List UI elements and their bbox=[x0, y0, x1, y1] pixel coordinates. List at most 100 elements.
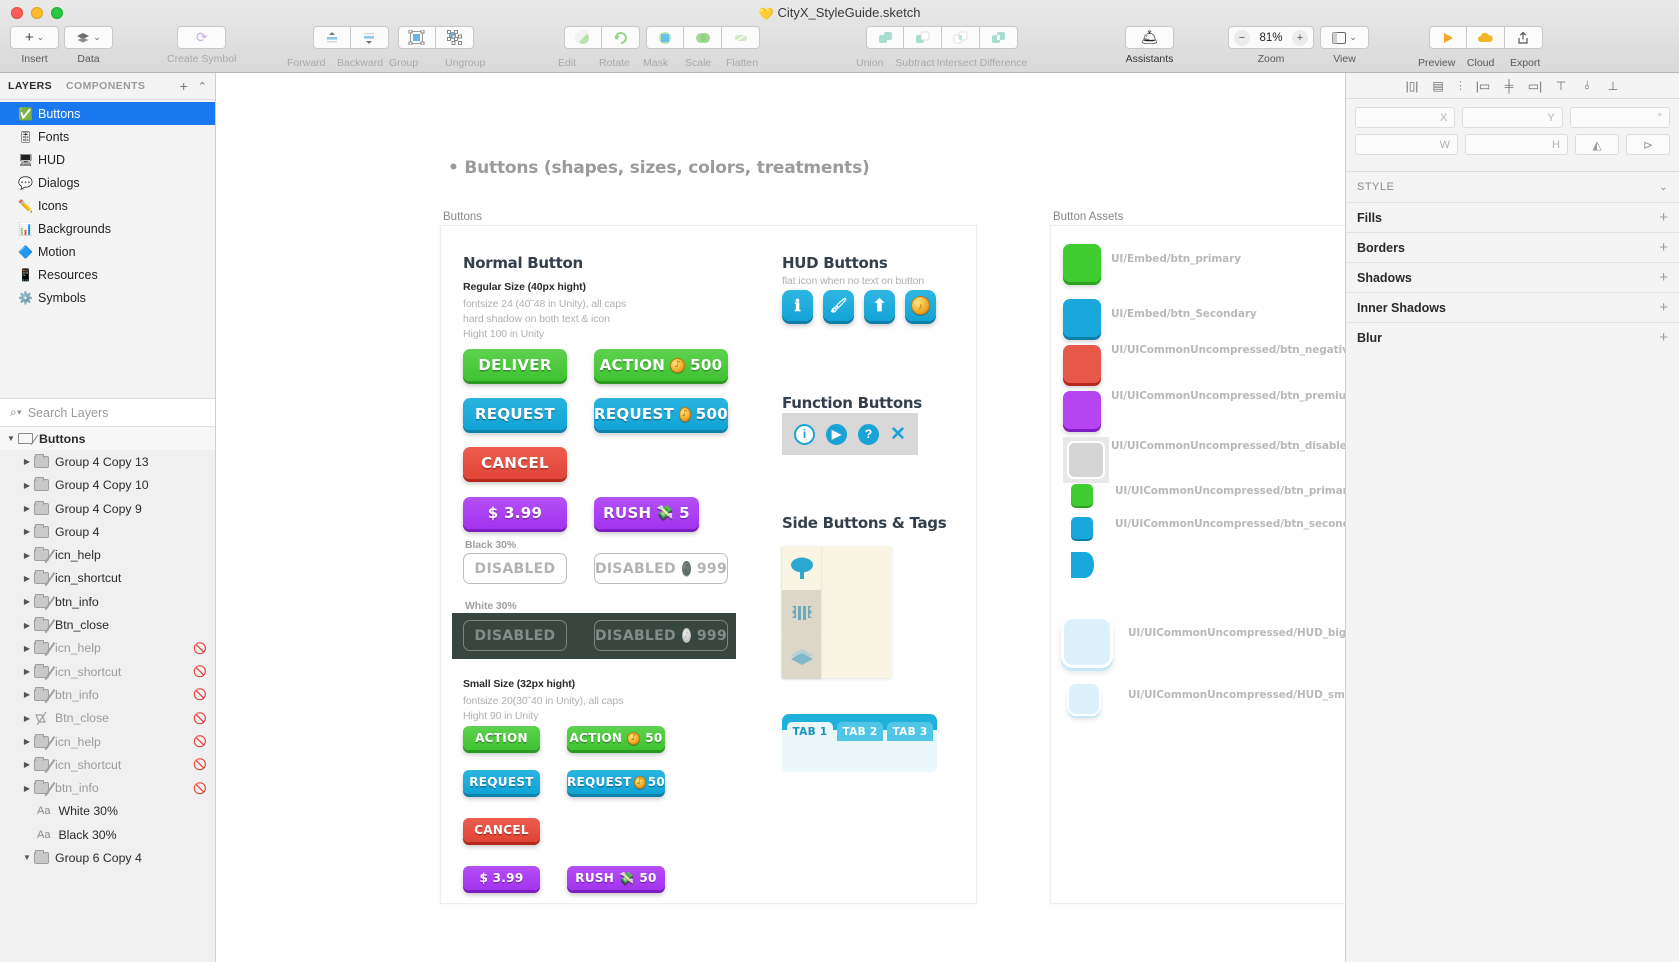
tab-3[interactable]: TAB 3 bbox=[887, 722, 933, 741]
help-circle-icon[interactable]: ? bbox=[858, 423, 879, 445]
layers-list[interactable]: ▼ Buttons ▶ Group 4 Copy 13 ▶ Group 4 Copy… bbox=[0, 427, 215, 962]
add-inner-shadow-button[interactable]: + bbox=[1659, 299, 1668, 316]
style-row-shadows[interactable]: Shadows + bbox=[1346, 262, 1679, 292]
table-row[interactable]: ▶ Group 4 Copy 13 bbox=[0, 450, 215, 473]
scale-button[interactable] bbox=[684, 26, 722, 49]
add-fill-button[interactable]: + bbox=[1659, 209, 1668, 226]
hud-brush-button[interactable]: 🖌 bbox=[823, 290, 854, 321]
asset-swatch-btn-premium[interactable] bbox=[1063, 391, 1101, 429]
union-button[interactable] bbox=[866, 26, 904, 49]
sidebar-item-resources[interactable]: 📱 Resources bbox=[0, 263, 215, 286]
align-bottom-icon[interactable]: ⊥ bbox=[1601, 77, 1625, 95]
table-row[interactable]: Aa Black 30% bbox=[0, 823, 215, 846]
asset-swatch-btn-primary[interactable] bbox=[1063, 244, 1101, 282]
sidebar-item-buttons[interactable]: ✅ Buttons bbox=[0, 102, 215, 125]
hidden-eye-icon[interactable]: 🚫 bbox=[193, 758, 207, 771]
artboard-label-buttons[interactable]: Buttons bbox=[443, 211, 482, 223]
zoom-in-button[interactable]: + bbox=[1292, 29, 1308, 46]
button-action-50-small[interactable]: ACTION 50 bbox=[567, 726, 665, 750]
disclosure-triangle-icon[interactable]: ▶ bbox=[20, 784, 34, 793]
asset-swatch-hud-biggraybtn[interactable] bbox=[1061, 616, 1113, 668]
flatten-button[interactable] bbox=[722, 26, 760, 49]
canvas[interactable]: • Buttons (shapes, sizes, colors, treatm… bbox=[216, 73, 1345, 962]
button-disabled-black[interactable]: DISABLED bbox=[463, 553, 567, 584]
sidebar-item-icons[interactable]: ✏️ Icons bbox=[0, 194, 215, 217]
style-row-fills[interactable]: Fills + bbox=[1346, 202, 1679, 232]
table-row[interactable]: ▶ Btn_close 🚫 bbox=[0, 707, 215, 730]
style-row-blur[interactable]: Blur + bbox=[1346, 322, 1679, 352]
disclosure-triangle-icon[interactable]: ▼ bbox=[4, 434, 18, 443]
disclosure-triangle-icon[interactable]: ▶ bbox=[20, 457, 34, 466]
style-row-borders[interactable]: Borders + bbox=[1346, 232, 1679, 262]
table-row[interactable]: ▼ Group 6 Copy 4 bbox=[0, 846, 215, 869]
style-row-inner-shadows[interactable]: Inner Shadows + bbox=[1346, 292, 1679, 322]
table-row[interactable]: ▶ icn_shortcut 🚫 bbox=[0, 753, 215, 776]
width-field[interactable]: W bbox=[1355, 134, 1458, 155]
disclosure-triangle-icon[interactable]: ▶ bbox=[20, 574, 34, 583]
table-row[interactable]: ▶ btn_info bbox=[0, 590, 215, 613]
asset-swatch-hud-smgraybtn[interactable] bbox=[1067, 682, 1101, 716]
button-disabled-white[interactable]: DISABLED bbox=[463, 620, 567, 651]
hud-info-button[interactable]: ℹ bbox=[782, 290, 813, 321]
tab-components[interactable]: COMPONENTS bbox=[66, 80, 145, 92]
chevron-down-icon[interactable]: ⌄ bbox=[1659, 182, 1668, 193]
tab-2[interactable]: TAB 2 bbox=[837, 722, 883, 741]
disclosure-triangle-icon[interactable]: ▶ bbox=[20, 644, 34, 653]
table-row[interactable]: ▶ icn_help 🚫 bbox=[0, 730, 215, 753]
collapse-pages-button[interactable]: ⌃ bbox=[198, 80, 207, 93]
hidden-eye-icon[interactable]: 🚫 bbox=[193, 735, 207, 748]
align-edge-right-icon[interactable]: ▭| bbox=[1523, 77, 1547, 95]
asset-swatch-wedge[interactable] bbox=[1070, 552, 1096, 583]
button-rush-5[interactable]: RUSH 💸 5 bbox=[594, 497, 699, 529]
export-button[interactable] bbox=[1504, 26, 1543, 49]
align-center-v-icon[interactable]: ⫰ bbox=[1575, 77, 1599, 95]
disclosure-triangle-icon[interactable]: ▼ bbox=[20, 853, 34, 862]
side-tab-layers[interactable] bbox=[782, 635, 821, 678]
table-row[interactable]: ▶ Group 4 Copy 9 bbox=[0, 497, 215, 520]
table-row[interactable]: ▶ btn_info 🚫 bbox=[0, 683, 215, 706]
data-button[interactable]: ⌄ bbox=[64, 26, 113, 49]
ungroup-button[interactable] bbox=[435, 26, 474, 49]
table-row[interactable]: ▶ btn_info 🚫 bbox=[0, 776, 215, 799]
button-request-500[interactable]: REQUEST 500 bbox=[594, 398, 728, 430]
disclosure-triangle-icon[interactable]: ▶ bbox=[20, 621, 34, 630]
align-edge-left-icon[interactable]: |▭ bbox=[1471, 77, 1495, 95]
table-row[interactable]: ▶ Btn_close bbox=[0, 613, 215, 636]
sidebar-item-motion[interactable]: 🔷 Motion bbox=[0, 240, 215, 263]
button-deliver[interactable]: DELIVER bbox=[463, 349, 567, 381]
button-cancel-small[interactable]: CANCEL bbox=[463, 818, 540, 842]
hidden-eye-icon[interactable]: 🚫 bbox=[193, 665, 207, 678]
sidebar-item-symbols[interactable]: ⚙️ Symbols bbox=[0, 286, 215, 309]
side-tab-bridge[interactable] bbox=[782, 591, 821, 634]
add-page-button[interactable]: + bbox=[180, 78, 188, 94]
table-row[interactable]: ▶ Group 4 Copy 10 bbox=[0, 474, 215, 497]
align-distribute-icon[interactable]: ⋮ bbox=[1452, 79, 1469, 92]
rotate-button[interactable] bbox=[602, 26, 640, 49]
zoom-level-value[interactable]: 81% bbox=[1250, 32, 1292, 44]
edit-button[interactable] bbox=[564, 26, 602, 49]
y-field[interactable]: Y bbox=[1462, 107, 1563, 128]
button-disabled-white-999[interactable]: DISABLED 999 bbox=[594, 620, 728, 651]
disclosure-triangle-icon[interactable]: ▶ bbox=[20, 527, 34, 536]
button-request-50-small[interactable]: REQUEST 50 bbox=[567, 770, 665, 794]
sidebar-item-fonts[interactable]: 🎚 Fonts bbox=[0, 125, 215, 148]
tab-layers[interactable]: LAYERS bbox=[8, 80, 52, 92]
x-field[interactable]: X bbox=[1355, 107, 1456, 128]
close-x-icon[interactable]: ✕ bbox=[890, 425, 906, 444]
side-tab-tree[interactable] bbox=[782, 546, 821, 590]
button-action-500[interactable]: ACTION 500 bbox=[594, 349, 728, 381]
create-symbol-button[interactable]: ⟳ bbox=[177, 26, 227, 49]
asset-swatch-btn-secondary[interactable] bbox=[1063, 299, 1101, 337]
button-action-small[interactable]: ACTION bbox=[463, 726, 540, 750]
table-row[interactable]: Aa White 30% bbox=[0, 800, 215, 823]
style-section-header[interactable]: STYLE ⌄ bbox=[1346, 172, 1679, 202]
asset-swatch-btn-primary-tiny[interactable] bbox=[1071, 484, 1093, 506]
disclosure-triangle-icon[interactable]: ▶ bbox=[20, 737, 34, 746]
disclosure-triangle-icon[interactable]: ▶ bbox=[20, 504, 34, 513]
button-price-small[interactable]: $ 3.99 bbox=[463, 866, 540, 890]
rotation-field[interactable]: ° bbox=[1569, 107, 1670, 128]
button-disabled-black-999[interactable]: DISABLED 999 bbox=[594, 553, 728, 584]
disclosure-triangle-icon[interactable]: ▶ bbox=[20, 481, 34, 490]
artboard-label-button-assets[interactable]: Button Assets bbox=[1053, 211, 1123, 223]
align-left-icon[interactable]: |▯| bbox=[1400, 77, 1424, 95]
